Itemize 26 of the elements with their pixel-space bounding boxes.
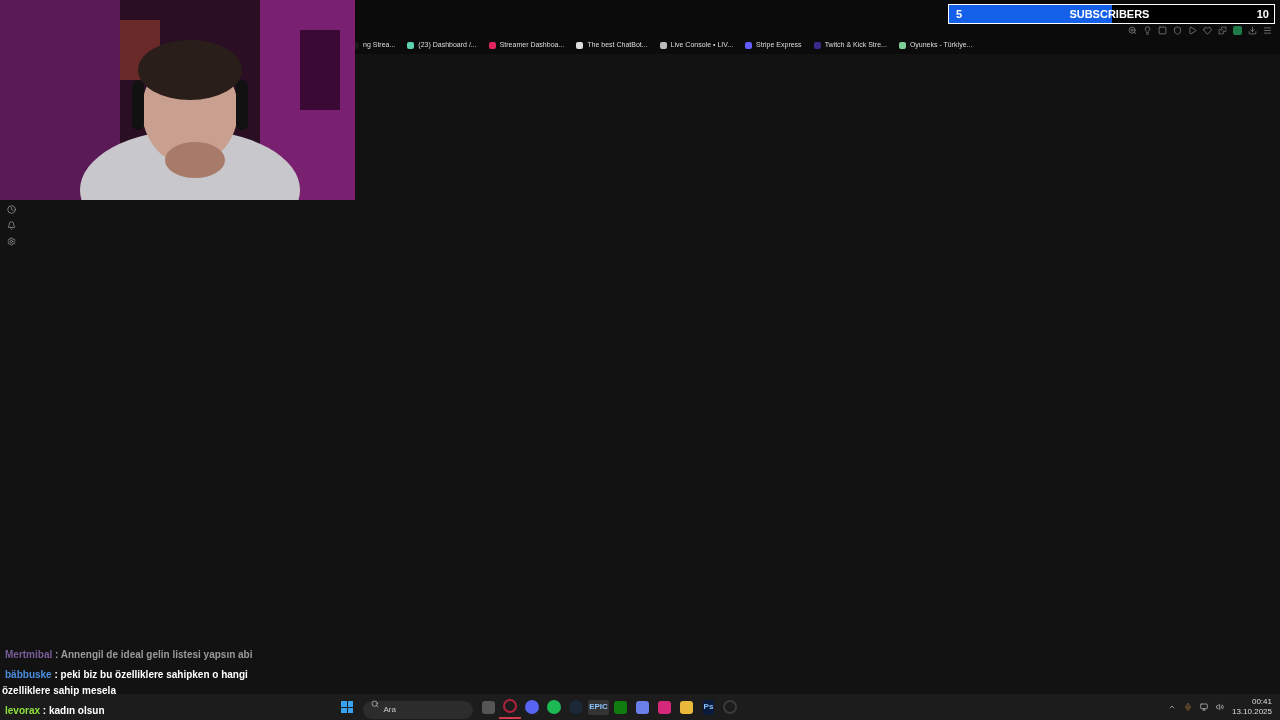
- toolbar-icon[interactable]: [1173, 26, 1182, 35]
- chat-message: levorax : kadın olsun: [2, 703, 292, 719]
- clock-time[interactable]: 00:41: [1251, 697, 1272, 707]
- microphone-icon[interactable]: [1183, 703, 1192, 711]
- clock-date[interactable]: 13.10.2025: [1231, 707, 1272, 717]
- goal-target: 10: [1256, 6, 1269, 22]
- chat-message: Mertmibal : Annengil de ideal gelin listesi yapsın abi: [2, 647, 292, 663]
- download-icon[interactable]: [1248, 26, 1257, 35]
- volume-icon[interactable]: [1215, 703, 1224, 711]
- windows-icon[interactable]: [341, 701, 354, 713]
- extension-icon[interactable]: [1233, 26, 1242, 35]
- search-field[interactable]: Ara: [363, 700, 474, 719]
- menu-icon[interactable]: [1263, 26, 1272, 35]
- settings-icon[interactable]: [6, 237, 16, 246]
- chevron-up-icon[interactable]: [1167, 703, 1176, 711]
- clock-icon[interactable]: [6, 205, 16, 214]
- toolbar-icon[interactable]: [1143, 26, 1152, 35]
- bell-icon[interactable]: [6, 221, 16, 230]
- chat-username: bäbbuske: [4, 669, 52, 680]
- toolbar-icon[interactable]: [1218, 26, 1227, 35]
- chat-username: levorax: [4, 705, 41, 716]
- chat-username: Mertmibal: [4, 649, 53, 660]
- search-icon: [371, 700, 380, 708]
- toolbar-icon[interactable]: [1128, 26, 1137, 35]
- goal-current: 5: [956, 6, 963, 22]
- toolbar-icon[interactable]: [1158, 26, 1167, 35]
